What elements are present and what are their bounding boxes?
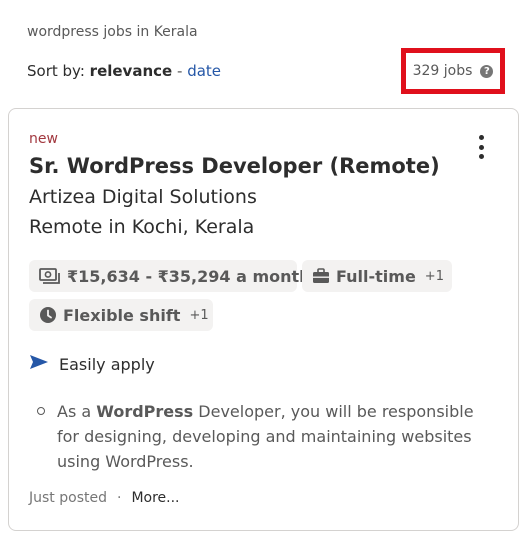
kebab-menu-icon[interactable]: [469, 133, 493, 161]
card-footer: Just posted · More...: [29, 490, 180, 506]
job-location: Remote in Kochi, Kerala: [29, 216, 255, 238]
job-type-tag: Full-time +1: [302, 260, 452, 292]
job-type-more: +1: [424, 268, 444, 284]
briefcase-icon: [312, 268, 330, 284]
easily-apply: Easily apply: [29, 354, 155, 374]
clock-icon: [39, 306, 57, 324]
sort-label: Sort by:: [27, 62, 85, 80]
posted-date: Just posted: [29, 490, 107, 506]
job-count: 329 jobs: [412, 63, 473, 79]
snippet-item: As a WordPress Developer, you will be re…: [37, 399, 497, 474]
job-card[interactable]: new Sr. WordPress Developer (Remote) Art…: [8, 108, 519, 531]
job-snippet: As a WordPress Developer, you will be re…: [35, 399, 497, 474]
shift-text: Flexible shift: [63, 305, 181, 325]
new-badge: new: [29, 131, 58, 147]
footer-separator: ·: [116, 490, 122, 506]
job-title[interactable]: Sr. WordPress Developer (Remote): [29, 154, 440, 178]
shift-more: +1: [189, 307, 209, 323]
more-link[interactable]: More...: [131, 490, 179, 506]
company-name: Artizea Digital Solutions: [29, 186, 257, 208]
salary-text: ₹15,634 - ₹35,294 a month: [67, 266, 311, 286]
easily-apply-label: Easily apply: [59, 354, 155, 374]
money-icon: [39, 267, 61, 285]
job-count-highlight: 329 jobs ?: [401, 48, 505, 94]
sort-separator: -: [176, 62, 183, 80]
send-arrow-icon: [29, 354, 49, 374]
help-icon[interactable]: ?: [480, 64, 494, 78]
search-query-text: wordpress jobs in Kerala: [27, 24, 198, 40]
sort-option-relevance: relevance: [89, 62, 173, 80]
shift-tag: Flexible shift +1: [29, 299, 213, 331]
sort-option-date[interactable]: date: [187, 62, 221, 80]
sort-bar: Sort by: relevance - date: [27, 62, 221, 80]
salary-tag: ₹15,634 - ₹35,294 a month: [29, 260, 311, 292]
job-type-text: Full-time: [336, 266, 416, 286]
